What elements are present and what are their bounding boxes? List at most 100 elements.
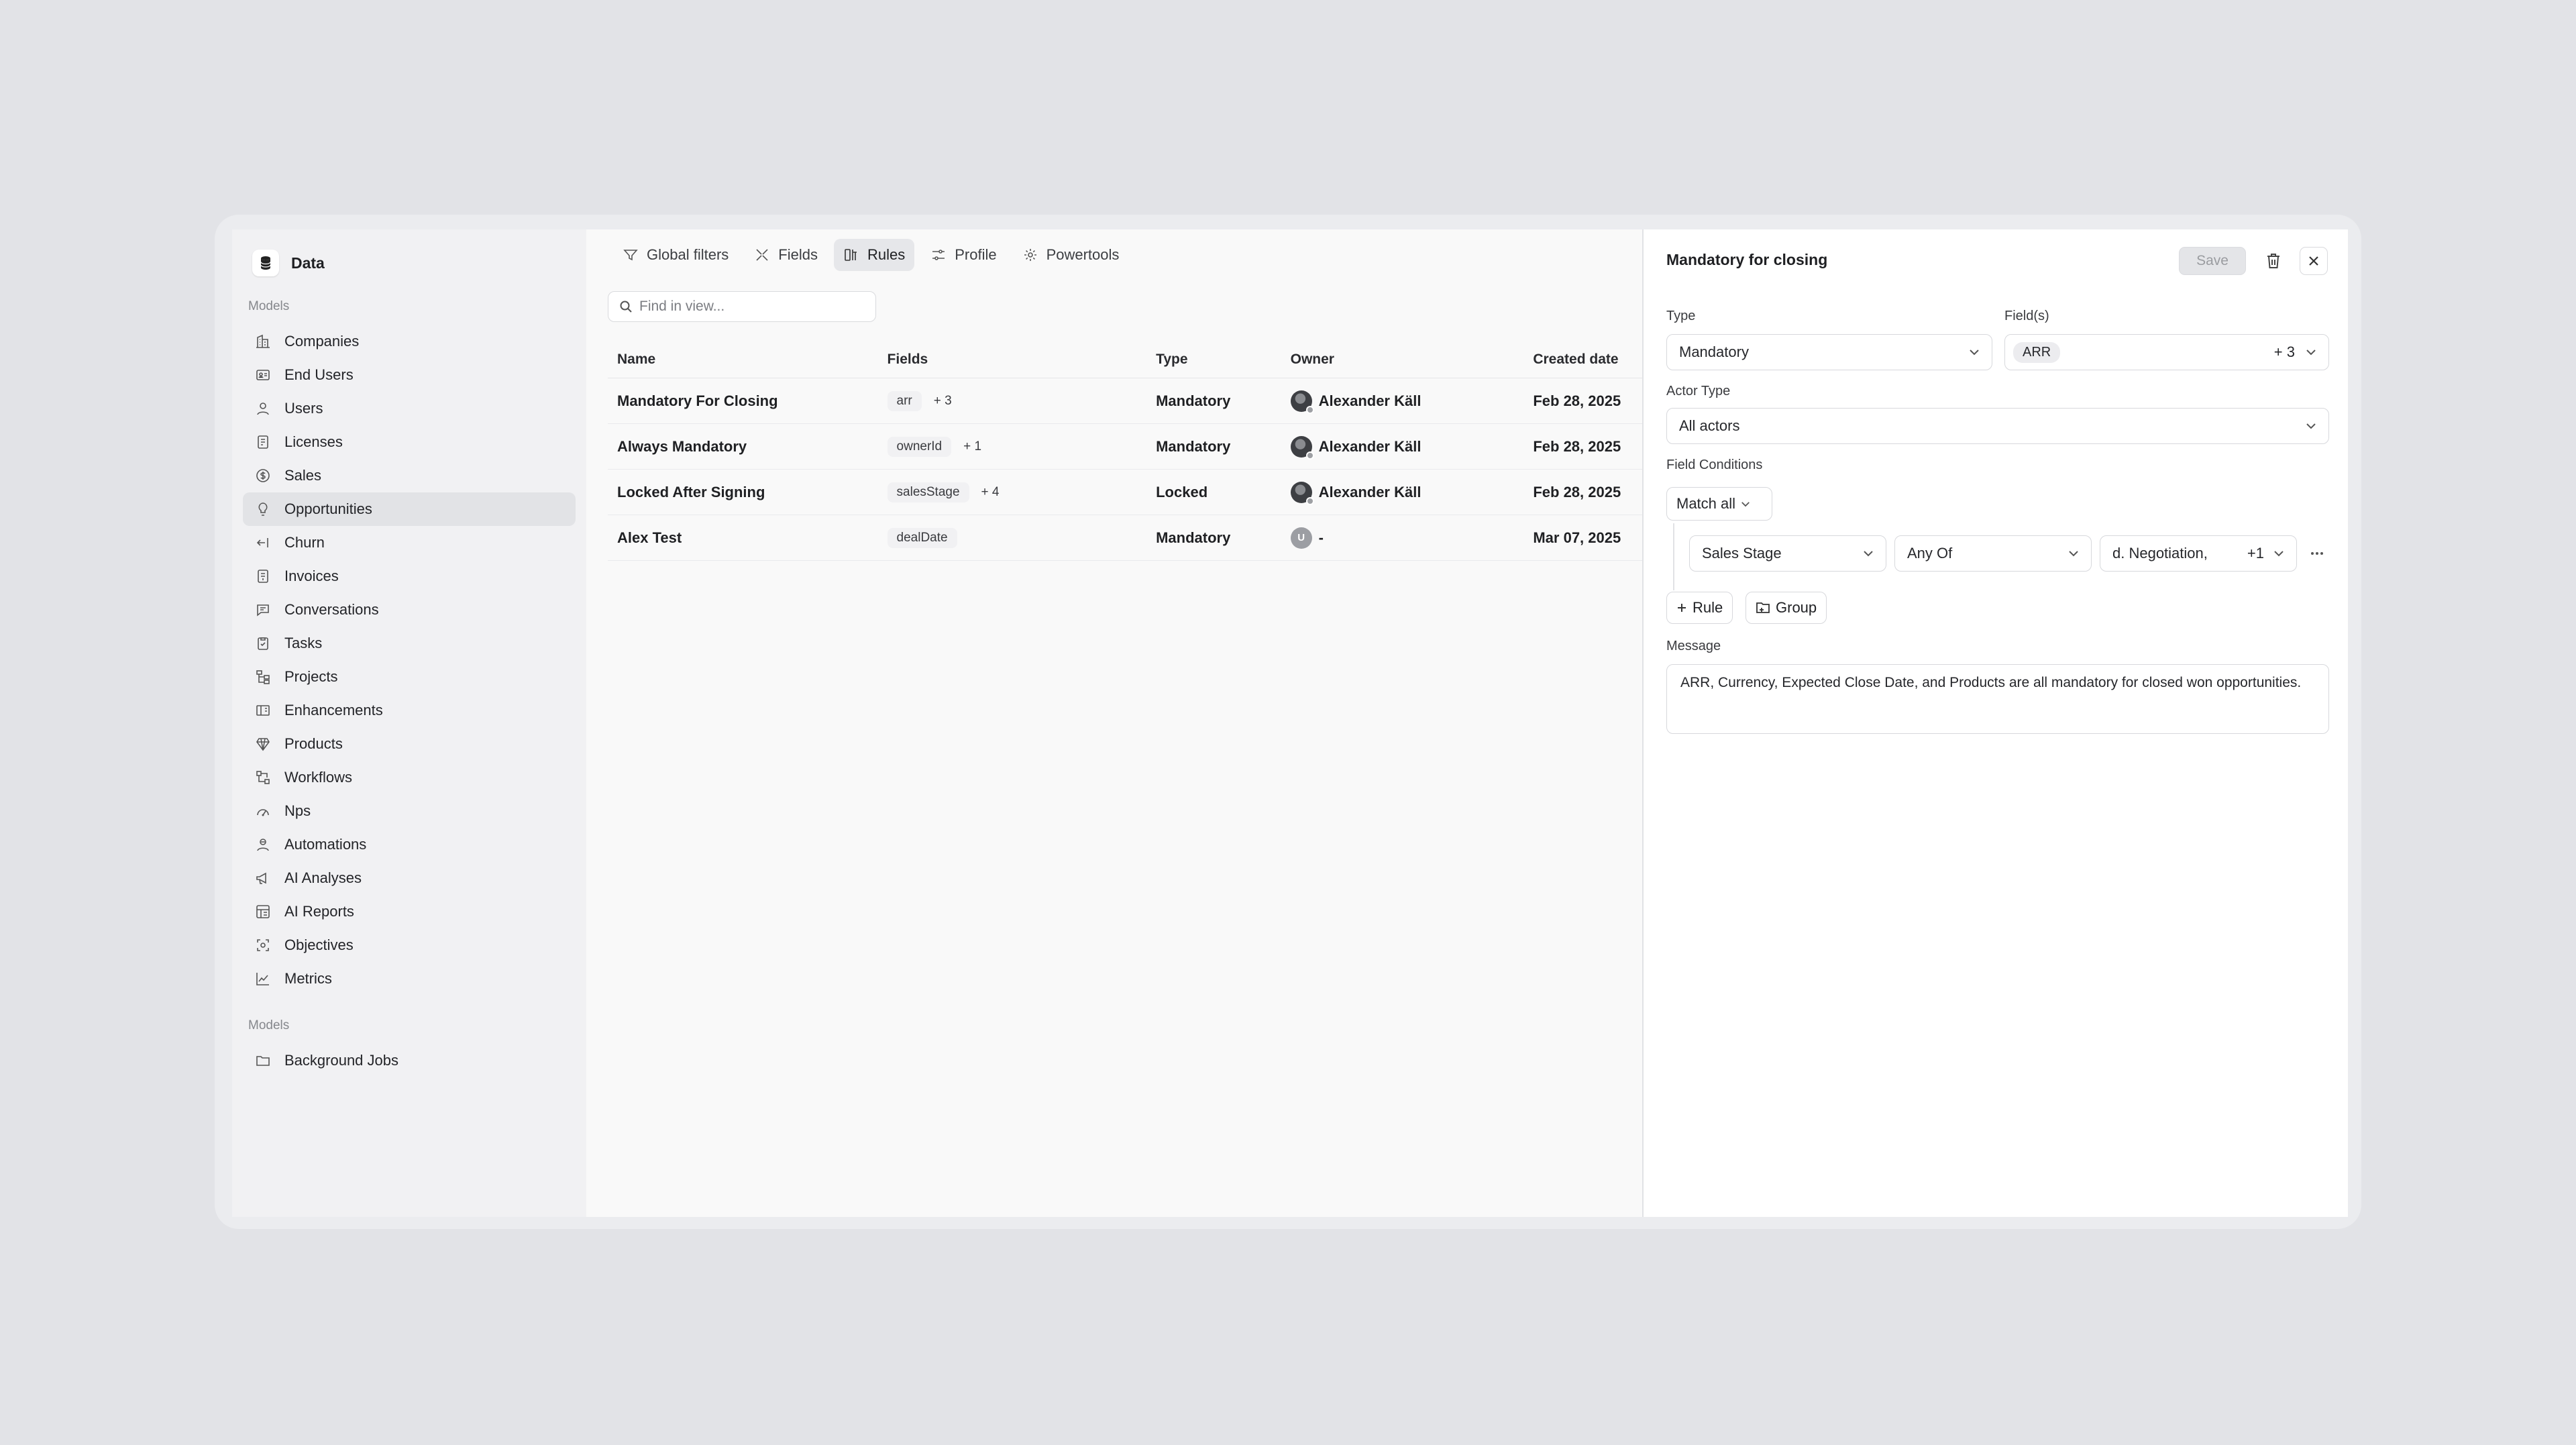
owner-name: Alexander Käll	[1318, 483, 1421, 500]
sidebar-item-conversations[interactable]: Conversations	[243, 593, 576, 627]
column-header-owner[interactable]: Owner	[1281, 352, 1524, 368]
add-group-button[interactable]: Group	[1746, 592, 1827, 624]
sidebar-item-invoices[interactable]: Invoices	[243, 559, 576, 593]
sidebar-item-label: Objectives	[284, 936, 354, 953]
rule-fields: salesStage + 4	[878, 482, 1147, 502]
sidebar-item-tasks[interactable]: Tasks	[243, 627, 576, 660]
field-chip: salesStage	[887, 482, 969, 502]
sidebar-item-automations[interactable]: Automations	[243, 828, 576, 861]
sidebar-item-label: Users	[284, 400, 323, 417]
sidebar-item-companies[interactable]: Companies	[243, 325, 576, 358]
rule-type: Mandatory	[1156, 529, 1231, 546]
match-mode-select[interactable]: Match all	[1666, 487, 1772, 521]
sidebar-item-ai-analyses[interactable]: AI Analyses	[243, 861, 576, 895]
sliders-icon	[932, 250, 945, 260]
condition-more-button[interactable]	[2304, 545, 2330, 562]
column-header-created[interactable]: Created date	[1523, 352, 1642, 368]
sidebar-item-opportunities[interactable]: Opportunities	[243, 492, 576, 526]
chevron-down-icon	[1864, 551, 1873, 557]
column-header-name[interactable]: Name	[608, 352, 878, 368]
sidebar-item-label: Tasks	[284, 635, 323, 651]
add-rule-label: Rule	[1693, 599, 1723, 616]
type-select[interactable]: Mandatory	[1666, 334, 1992, 370]
add-rule-button[interactable]: Rule	[1666, 592, 1733, 624]
column-header-fields[interactable]: Fields	[878, 352, 1147, 368]
fields-extra-count: + 3	[2273, 343, 2295, 360]
tab-global-filters[interactable]: Global filters	[613, 239, 738, 271]
column-header-type[interactable]: Type	[1146, 352, 1281, 368]
rule-owner: Alexander Käll	[1281, 481, 1524, 505]
avatar	[1290, 481, 1314, 505]
sidebar-item-end-users[interactable]: End Users	[243, 358, 576, 392]
building-icon	[256, 334, 270, 348]
condition-value-extra: +1	[2247, 545, 2264, 561]
sidebar-item-churn[interactable]: Churn	[243, 526, 576, 559]
owner-name: Alexander Käll	[1318, 392, 1421, 409]
fields-select[interactable]: ARR + 3	[2004, 334, 2329, 370]
sidebar-model-list-2: Background Jobs	[243, 1044, 576, 1077]
sidebar-item-licenses[interactable]: Licenses	[243, 425, 576, 459]
sidebar-item-sales[interactable]: Sales	[243, 459, 576, 492]
actor-type-label: Actor Type	[1666, 384, 1731, 398]
sidebar-item-label: Licenses	[284, 433, 343, 450]
type-select-value: Mandatory	[1679, 343, 1749, 360]
sidebar-item-background-jobs[interactable]: Background Jobs	[243, 1044, 576, 1077]
sidebar-item-label: AI Analyses	[284, 869, 362, 886]
sidebar-item-label: Automations	[284, 836, 367, 853]
sidebar-item-label: End Users	[284, 366, 354, 383]
chevron-down-icon	[2306, 423, 2316, 429]
tab-fields[interactable]: Fields	[745, 239, 827, 271]
tab-profile[interactable]: Profile	[921, 239, 1006, 271]
condition-field-select[interactable]: Sales Stage	[1689, 535, 1886, 572]
rule-created-date: Mar 07, 2025	[1533, 529, 1621, 546]
rule-created-date: Feb 28, 2025	[1533, 392, 1621, 409]
search-field[interactable]	[608, 291, 876, 322]
sidebar-item-projects[interactable]: Projects	[243, 660, 576, 694]
sidebar-item-label: Background Jobs	[284, 1052, 398, 1069]
rule-fields: dealDate	[878, 527, 1147, 548]
tab-label: Fields	[778, 246, 818, 263]
type-label: Type	[1666, 309, 1696, 323]
table-row[interactable]: Always Mandatory ownerId + 1 Mandatory Alexa…	[608, 424, 1642, 470]
search-input[interactable]	[639, 299, 861, 315]
rule-created-date: Feb 28, 2025	[1533, 437, 1621, 455]
table-row[interactable]: Mandatory For Closing arr + 3 Mandatory Alex…	[608, 378, 1642, 424]
tab-rules[interactable]: Rules	[833, 239, 915, 271]
close-icon	[2309, 256, 2318, 266]
sidebar-item-ai-reports[interactable]: AI Reports	[243, 895, 576, 928]
delete-button[interactable]	[2259, 247, 2288, 275]
sidebar-section-label-2: Models	[248, 1018, 290, 1032]
sidebar-item-workflows[interactable]: Workflows	[243, 761, 576, 794]
condition-group-line	[1673, 523, 1674, 590]
table-row[interactable]: Locked After Signing salesStage + 4 Locked A…	[608, 470, 1642, 515]
chat-icon	[257, 604, 269, 617]
sidebar-item-products[interactable]: Products	[243, 727, 576, 761]
sidebar-item-label: Companies	[284, 333, 360, 350]
tab-powertools[interactable]: Powertools	[1013, 239, 1129, 271]
rule-type: Mandatory	[1156, 392, 1231, 409]
sidebar-item-users[interactable]: Users	[243, 392, 576, 425]
rule-created-date: Feb 28, 2025	[1533, 483, 1621, 500]
message-textarea[interactable]: ARR, Currency, Expected Close Date, and …	[1666, 664, 2329, 734]
sidebar-item-enhancements[interactable]: Enhancements	[243, 694, 576, 727]
actor-type-value: All actors	[1679, 417, 1740, 434]
actor-type-select[interactable]: All actors	[1666, 408, 2329, 444]
rule-fields: ownerId + 1	[878, 436, 1147, 457]
close-button[interactable]	[2300, 247, 2328, 275]
id-card-icon	[256, 370, 270, 380]
condition-value-select[interactable]: d. Negotiation, +1	[2100, 535, 2297, 572]
save-button[interactable]: Save	[2179, 247, 2246, 275]
chevron-down-icon	[2274, 551, 2284, 557]
license-icon	[258, 435, 268, 449]
table-header: Name Fields Type Owner Created date	[608, 341, 1642, 378]
filter-icon	[623, 250, 638, 261]
sidebar-item-metrics[interactable]: Metrics	[243, 962, 576, 996]
condition-value: d. Negotiation,	[2112, 545, 2208, 561]
fields-icon	[756, 249, 768, 261]
table-row[interactable]: Alex Test dealDate Mandatory U - Mar 07, 2025	[608, 515, 1642, 561]
sidebar-item-objectives[interactable]: Objectives	[243, 928, 576, 962]
condition-operator-select[interactable]: Any Of	[1894, 535, 2092, 572]
sidebar-item-label: Conversations	[284, 601, 379, 618]
main-content: Global filters Fields Rules Profile Powertoo…	[586, 229, 1642, 1217]
sidebar-item-nps[interactable]: Nps	[243, 794, 576, 828]
